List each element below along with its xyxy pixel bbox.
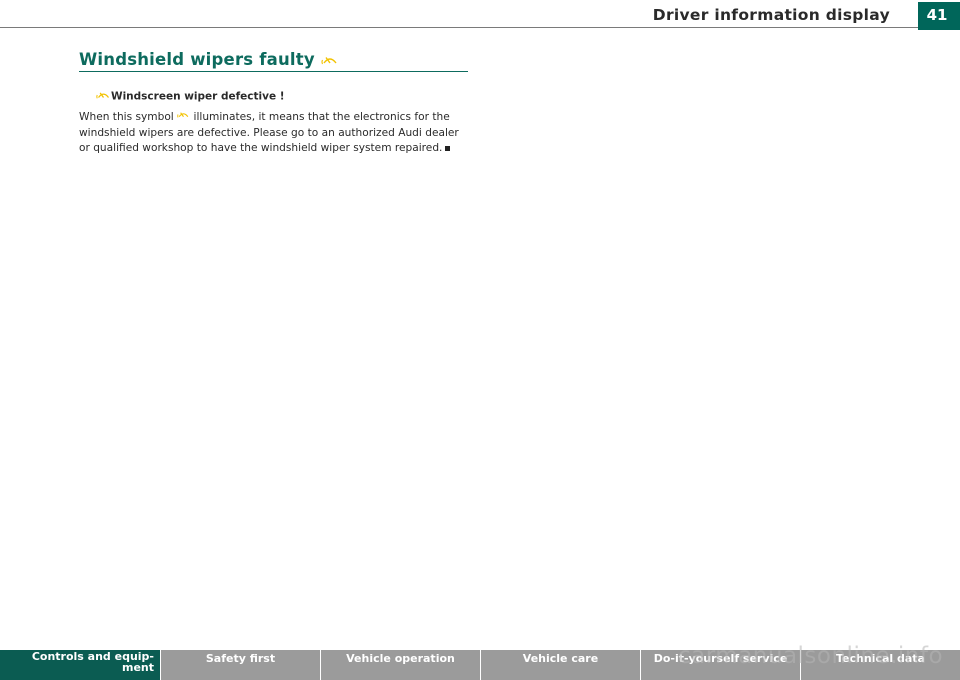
footer-tab-safety-first[interactable]: Safety first [161, 650, 321, 680]
body-text-start: When this symbol [79, 110, 174, 123]
page-number: 41 [926, 6, 948, 24]
section-title-text: Windshield wipers faulty [79, 50, 315, 69]
windshield-wiper-warning-icon [96, 90, 111, 103]
body-paragraph: When this symbol illuminates, it means t… [79, 109, 471, 157]
watermark: carmanualsonline.info [678, 643, 944, 669]
header-rule [0, 27, 925, 28]
running-header-title: Driver information display [652, 6, 890, 24]
footer-tab-controls-and-equipment[interactable]: Controls and equip- ment [0, 650, 161, 680]
windshield-wiper-warning-icon [177, 109, 190, 125]
section-end-marker [445, 145, 451, 151]
subheading: Windscreen wiper defective ! [96, 90, 285, 103]
footer-tab-vehicle-operation[interactable]: Vehicle operation [321, 650, 481, 680]
section-title: Windshield wipers faulty [79, 50, 339, 70]
footer-tab-vehicle-care[interactable]: Vehicle care [481, 650, 641, 680]
section-title-rule [79, 71, 468, 72]
subheading-text: Windscreen wiper defective ! [111, 90, 285, 103]
windshield-wiper-warning-icon [321, 51, 339, 70]
